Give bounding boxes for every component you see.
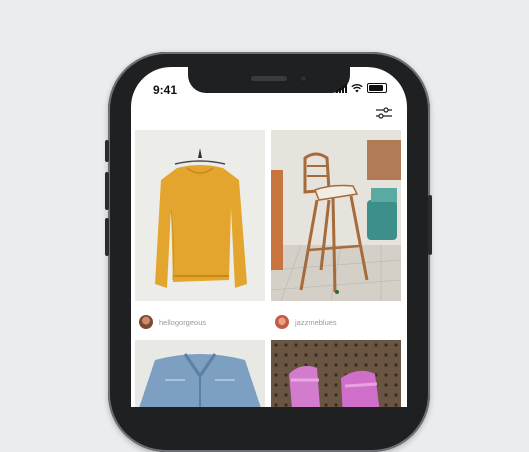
wooden-high-chair-photo[interactable] — [271, 130, 401, 301]
username[interactable]: jazzmeblues — [295, 318, 337, 327]
front-camera — [299, 74, 308, 83]
username[interactable]: hellogorgeous — [159, 318, 206, 327]
post-user[interactable]: hellogorgeous — [139, 315, 206, 329]
battery-icon — [367, 83, 387, 93]
denim-jacket-photo[interactable] — [135, 340, 265, 407]
speaker-grill — [251, 76, 287, 81]
pink-boots-photo[interactable] — [271, 340, 401, 407]
wifi-icon — [351, 83, 363, 93]
phone-volume-button — [105, 172, 109, 210]
yellow-sweater-photo[interactable] — [135, 130, 265, 301]
app-screen: 9:41 hellogorgeous jazzmeblues — [131, 67, 407, 407]
phone-volume-button — [105, 218, 109, 256]
user-avatar[interactable] — [139, 315, 153, 329]
user-avatar[interactable] — [275, 315, 289, 329]
phone-power-button — [428, 195, 432, 255]
signal-bars-icon — [336, 83, 347, 93]
filter-sliders-icon[interactable] — [375, 104, 393, 122]
phone-side-button-left — [105, 140, 109, 162]
phone-notch — [188, 67, 350, 93]
post-user[interactable]: jazzmeblues — [275, 315, 337, 329]
status-icons — [336, 83, 387, 93]
status-time: 9:41 — [153, 83, 178, 97]
